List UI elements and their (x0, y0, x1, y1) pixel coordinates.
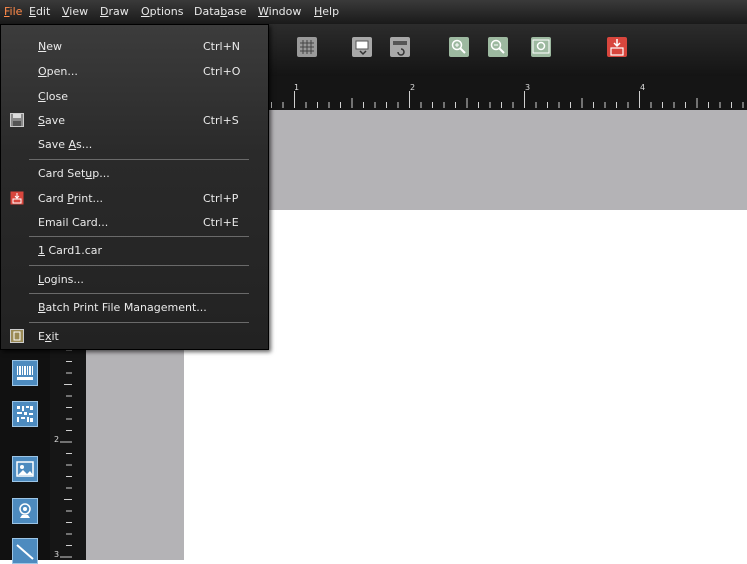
zoom-out-icon[interactable] (487, 36, 509, 58)
line-tool-icon[interactable] (12, 538, 38, 564)
menu-options[interactable]: Options (141, 5, 183, 18)
menu-item-close[interactable]: Close (1, 85, 268, 109)
menu-draw[interactable]: Draw (100, 5, 129, 18)
menu-separator (29, 236, 249, 237)
menu-item-exit[interactable]: Exit (1, 325, 268, 349)
ruler-number: 2 (54, 435, 60, 444)
print-card-icon[interactable] (606, 36, 628, 58)
ruler-number: 3 (54, 550, 60, 559)
shortcut-label: Ctrl+O (203, 65, 241, 78)
menu-item-recent-file[interactable]: 1 Card1.car (1, 239, 268, 263)
shortcut-label: Ctrl+S (203, 114, 239, 127)
zoom-fit-icon[interactable] (530, 36, 552, 58)
exit-icon (10, 329, 24, 343)
menu-edit[interactable]: Edit (29, 5, 50, 18)
grid-icon[interactable] (296, 36, 318, 58)
menu-item-email-card[interactable]: Email Card... Ctrl+E (1, 211, 268, 235)
shortcut-label: Ctrl+P (203, 192, 239, 205)
menu-separator (29, 265, 249, 266)
shortcut-label: Ctrl+N (203, 40, 241, 53)
menu-item-batch-print[interactable]: Batch Print File Management... (1, 296, 268, 320)
menu-item-logins[interactable]: Logins... (1, 268, 268, 292)
menu-item-save-as[interactable]: Save As... (1, 133, 268, 157)
print-card-icon (10, 191, 24, 205)
menubar: File Edit View Draw Options Database Win… (0, 0, 747, 24)
shortcut-label: Ctrl+E (203, 216, 239, 229)
2d-barcode-icon[interactable] (12, 401, 38, 427)
menu-item-new[interactable]: New Ctrl+N (1, 35, 268, 59)
ruler-number: 3 (525, 83, 531, 92)
file-menu-dropdown: New Ctrl+N Open... Ctrl+O Close Save Ctr… (0, 24, 269, 350)
ruler-number: 2 (410, 83, 416, 92)
menu-item-card-setup[interactable]: Card Setup... (1, 162, 268, 186)
menu-file[interactable]: File (4, 5, 22, 18)
floppy-disk-icon (10, 113, 24, 127)
menu-item-card-print[interactable]: Card Print... Ctrl+P (1, 187, 268, 211)
image-icon[interactable] (12, 456, 38, 482)
menu-window[interactable]: Window (258, 5, 301, 18)
barcode-icon[interactable] (12, 360, 38, 386)
ruler-number: 4 (640, 83, 646, 92)
card-front-icon[interactable] (351, 36, 373, 58)
ruler-number: 1 (294, 83, 300, 92)
menu-item-save[interactable]: Save Ctrl+S (1, 109, 268, 133)
menu-help[interactable]: Help (314, 5, 339, 18)
menu-separator (29, 322, 249, 323)
menu-view[interactable]: View (62, 5, 88, 18)
card-back-icon[interactable] (389, 36, 411, 58)
menu-database[interactable]: Database (194, 5, 247, 18)
menu-item-open[interactable]: Open... Ctrl+O (1, 60, 268, 84)
menu-separator (29, 159, 249, 160)
zoom-in-icon[interactable] (448, 36, 470, 58)
webcam-icon[interactable] (12, 498, 38, 524)
menu-separator (29, 293, 249, 294)
